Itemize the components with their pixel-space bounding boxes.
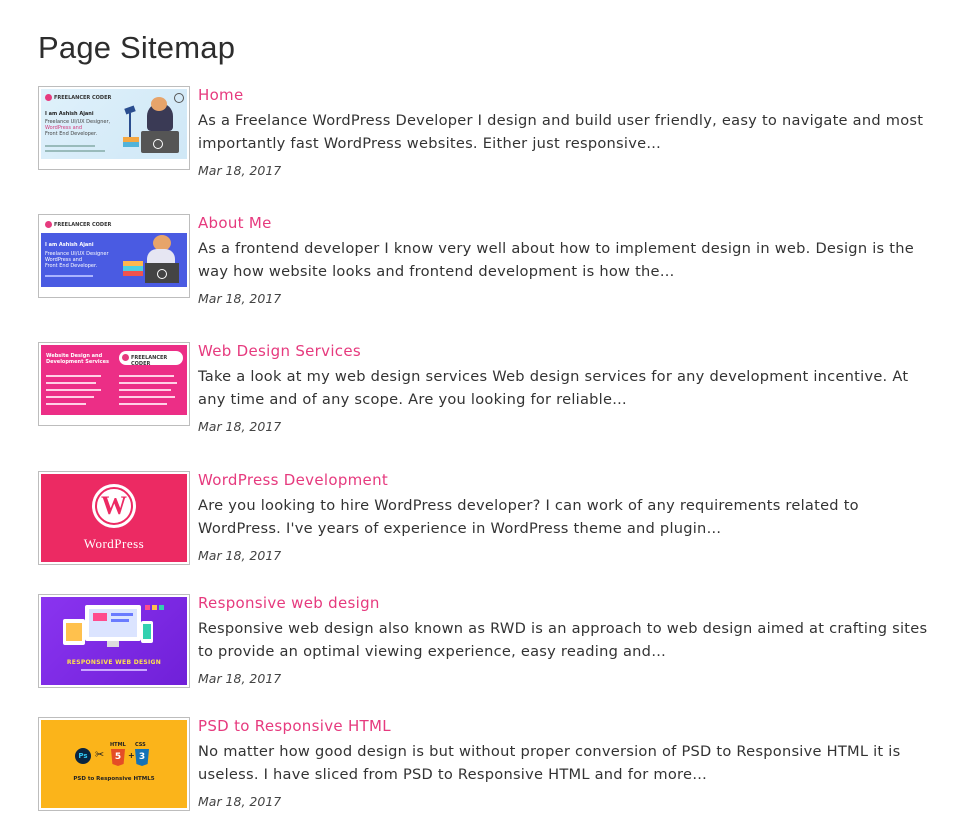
item-title-link[interactable]: Web Design Services [198, 342, 928, 360]
item-date: Mar 18, 2017 [198, 794, 282, 809]
item-date: Mar 18, 2017 [198, 671, 282, 686]
item-date: Mar 18, 2017 [198, 419, 282, 434]
item-date: Mar 18, 2017 [198, 548, 282, 563]
thumbnail-home[interactable]: FREELANCER CODER I am Ashish Ajani Freel… [38, 86, 190, 170]
item-excerpt: No matter how good design is but without… [198, 743, 901, 783]
item-title-link[interactable]: About Me [198, 214, 928, 232]
thumbnail-about-me[interactable]: FREELANCER CODER I am Ashish Ajani Freel… [38, 214, 190, 298]
sitemap-page: Page Sitemap FREELANCER CODER I am Ashis… [0, 0, 960, 840]
item-title-link[interactable]: PSD to Responsive HTML [198, 717, 928, 735]
item-title-link[interactable]: Home [198, 86, 928, 104]
item-title-link[interactable]: WordPress Development [198, 471, 928, 489]
css3-icon: 3 [135, 749, 149, 766]
item-excerpt: Responsive web design also known as RWD … [198, 620, 928, 660]
photoshop-icon: Ps [75, 748, 91, 764]
scissors-icon: ✂ [95, 748, 105, 761]
item-date: Mar 18, 2017 [198, 163, 282, 178]
html5-icon: 5 [111, 749, 125, 766]
thumbnail-wordpress-development[interactable]: W WordPress [38, 471, 190, 565]
thumbnail-responsive-web-design[interactable]: RESPONSIVE WEB DESIGN [38, 594, 190, 688]
thumbnail-psd-to-responsive-html[interactable]: Ps ✂ HTML 5 + CSS 3 PSD to Responsive HT… [38, 717, 190, 811]
thumbnail-web-design-services[interactable]: Website Design and Development Services … [38, 342, 190, 426]
item-title-link[interactable]: Responsive web design [198, 594, 928, 612]
item-excerpt: Take a look at my web design services We… [198, 368, 909, 408]
item-excerpt: As a Freelance WordPress Developer I des… [198, 112, 924, 152]
page-title: Page Sitemap [38, 30, 236, 65]
item-date: Mar 18, 2017 [198, 291, 282, 306]
item-excerpt: As a frontend developer I know very well… [198, 240, 914, 280]
item-excerpt: Are you looking to hire WordPress develo… [198, 497, 859, 537]
